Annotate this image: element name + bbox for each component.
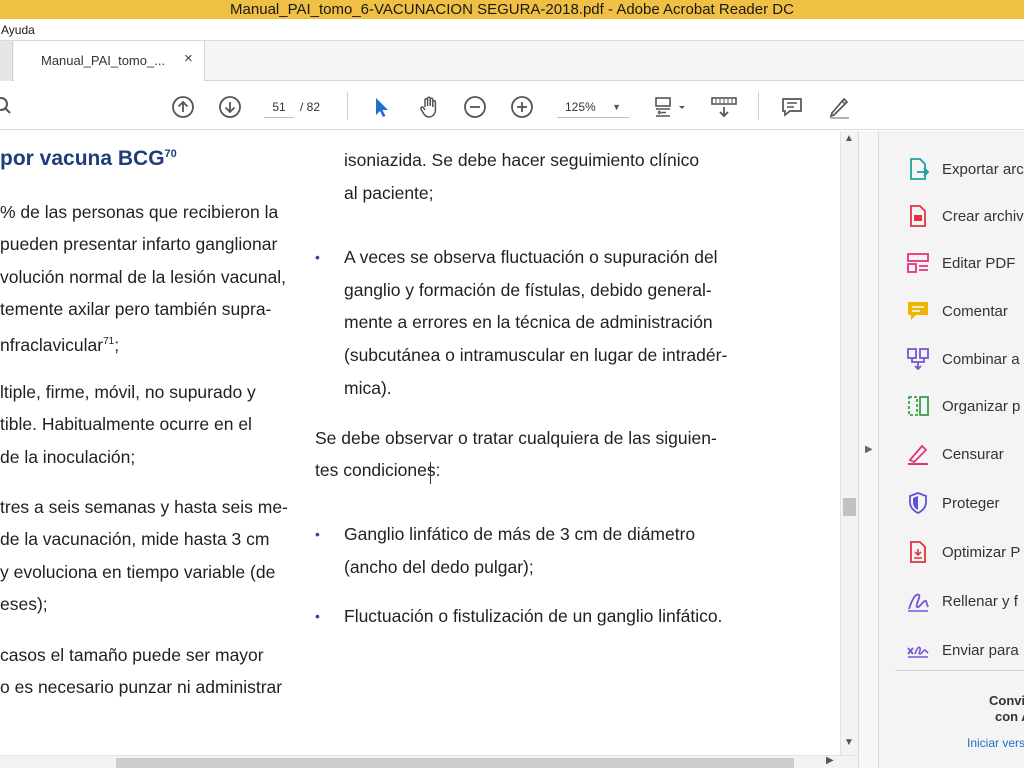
tool-export-pdf[interactable]: Exportar arc xyxy=(905,155,1024,183)
bullet-marker: • xyxy=(315,526,320,542)
tool-comment[interactable]: Comentar xyxy=(905,297,1024,325)
text-line: mica). xyxy=(344,378,392,398)
text-line: (ancho del dedo pulgar); xyxy=(344,557,534,577)
fit-page-icon[interactable] xyxy=(652,94,688,120)
page-down-icon[interactable] xyxy=(217,94,243,120)
tab-label: Manual_PAI_tomo_... xyxy=(41,53,166,68)
text-line: A veces se observa fluctuación o supurac… xyxy=(344,247,718,267)
hand-tool-icon[interactable] xyxy=(416,94,442,120)
current-page-input[interactable]: 51 xyxy=(264,96,294,118)
create-pdf-icon xyxy=(905,203,931,229)
text-line: ganglio y formación de fístulas, debido … xyxy=(344,280,712,300)
tools-pane: Exportar arc Crear archiv Editar PDF Com… xyxy=(878,131,1024,768)
edit-pdf-icon xyxy=(905,250,931,276)
bullet-marker: • xyxy=(315,249,320,265)
tool-edit-pdf[interactable]: Editar PDF xyxy=(905,249,1024,277)
text-line: tible. Habitualmente ocurre en el xyxy=(0,414,252,434)
text-line: nfraclavicular71; xyxy=(0,334,120,355)
promo-text: Convi xyxy=(989,693,1024,708)
zoom-value: 125% xyxy=(565,100,596,114)
fill-sign-icon xyxy=(905,588,931,614)
text-line: de la inoculación; xyxy=(0,447,136,467)
text-line: al paciente; xyxy=(344,183,434,203)
tool-protect[interactable]: Proteger xyxy=(905,489,1024,517)
start-trial-link[interactable]: Iniciar vers xyxy=(967,736,1024,750)
scroll-right-icon[interactable]: ▶ xyxy=(826,755,834,766)
menu-item-ayuda[interactable]: Ayuda xyxy=(0,23,35,37)
footnote-ref: 71 xyxy=(103,336,115,347)
promo-text: con A xyxy=(995,709,1024,724)
combine-files-icon xyxy=(905,346,931,372)
chevron-down-icon: ▼ xyxy=(612,102,621,112)
collapse-pane-icon[interactable]: ▶ xyxy=(865,444,873,455)
send-for-signature-icon xyxy=(905,637,931,663)
page-up-icon[interactable] xyxy=(170,94,196,120)
scroll-mode-icon[interactable] xyxy=(709,94,739,120)
tool-organize-pages[interactable]: Organizar p xyxy=(905,392,1024,420)
text-line: volución normal de la lesión vacunal, xyxy=(0,267,286,287)
home-tab-stub[interactable] xyxy=(0,41,13,81)
scrollbar-thumb[interactable] xyxy=(116,758,794,768)
zoom-out-icon[interactable] xyxy=(462,94,488,120)
menu-bar: Ayuda xyxy=(0,19,1024,41)
zoom-level-select[interactable]: 125% ▼ xyxy=(557,96,629,118)
search-icon[interactable] xyxy=(0,94,18,120)
pane-divider xyxy=(895,670,1024,671)
close-tab-icon[interactable]: × xyxy=(184,50,193,67)
bullet-marker: • xyxy=(315,608,320,624)
tool-send-for-signature[interactable]: Enviar para xyxy=(905,636,1024,664)
text-line: mente a errores en la técnica de adminis… xyxy=(344,312,713,332)
sign-icon[interactable] xyxy=(826,94,852,120)
text-line: tres a seis semanas y hasta seis me- xyxy=(0,497,288,517)
scroll-up-icon[interactable]: ▲ xyxy=(844,133,854,144)
comment-icon[interactable] xyxy=(779,94,805,120)
scrollbar-thumb[interactable] xyxy=(843,498,856,516)
tool-optimize-pdf[interactable]: Optimizar P xyxy=(905,538,1024,566)
scroll-down-icon[interactable]: ▼ xyxy=(844,737,854,748)
document-view[interactable]: por vacuna BCG70 % de las personas que r… xyxy=(0,131,840,755)
toolbar-divider xyxy=(758,92,759,120)
horizontal-scrollbar[interactable]: ▶ xyxy=(0,755,858,768)
redact-icon xyxy=(905,441,931,467)
select-cursor-icon[interactable] xyxy=(368,94,394,120)
toolbar: 51 / 82 125% ▼ xyxy=(0,82,1024,130)
text-line: casos el tamaño puede ser mayor xyxy=(0,645,264,665)
tool-combine-files[interactable]: Combinar a xyxy=(905,345,1024,373)
total-pages: / 82 xyxy=(300,100,321,114)
pane-splitter[interactable]: ▶ xyxy=(858,131,878,768)
text-line: Se debe observar o tratar cualquiera de … xyxy=(315,428,717,448)
organize-pages-icon xyxy=(905,393,931,419)
text-line: Fluctuación o fistulización de un gangli… xyxy=(344,606,723,626)
text-line: y evoluciona en tiempo variable (de xyxy=(0,562,276,582)
comment-tool-icon xyxy=(905,298,931,324)
text-line: Ganglio linfático de más de 3 cm de diám… xyxy=(344,524,696,544)
text-line: temente axilar pero también supra- xyxy=(0,299,272,319)
tab-bar: Manual_PAI_tomo_... × xyxy=(0,41,1024,81)
zoom-in-icon[interactable] xyxy=(509,94,535,120)
text-line: o es necesario punzar ni administrar xyxy=(0,677,283,697)
vertical-scrollbar[interactable]: ▲ ▼ xyxy=(840,131,858,755)
section-heading: por vacuna BCG70 xyxy=(0,147,177,170)
tab-document[interactable]: Manual_PAI_tomo_... × xyxy=(14,41,205,81)
text-line: ltiple, firme, móvil, no supurado y xyxy=(0,382,256,402)
tool-create-pdf[interactable]: Crear archiv xyxy=(905,202,1024,230)
text-cursor xyxy=(430,462,431,484)
text-line: pueden presentar infarto ganglionar xyxy=(0,234,278,254)
tool-redact[interactable]: Censurar xyxy=(905,440,1024,468)
toolbar-divider xyxy=(347,92,348,120)
text-line: eses); xyxy=(0,594,48,614)
text-line: de la vacunación, mide hasta 3 cm xyxy=(0,529,270,549)
window-title: Manual_PAI_tomo_6-VACUNACION SEGURA-2018… xyxy=(230,1,794,18)
text-line: isoniazida. Se debe hacer seguimiento cl… xyxy=(344,150,700,170)
text-line: % de las personas que recibieron la xyxy=(0,202,279,222)
protect-icon xyxy=(905,490,931,516)
footnote-ref: 70 xyxy=(164,148,177,160)
window-title-bar: Manual_PAI_tomo_6-VACUNACION SEGURA-2018… xyxy=(0,0,1024,19)
optimize-pdf-icon xyxy=(905,539,931,565)
text-line: (subcutánea o intramuscular en lugar de … xyxy=(344,345,728,365)
tool-fill-sign[interactable]: Rellenar y f xyxy=(905,587,1024,615)
text-line: tes condiciones: xyxy=(315,460,441,480)
export-pdf-icon xyxy=(905,156,931,182)
